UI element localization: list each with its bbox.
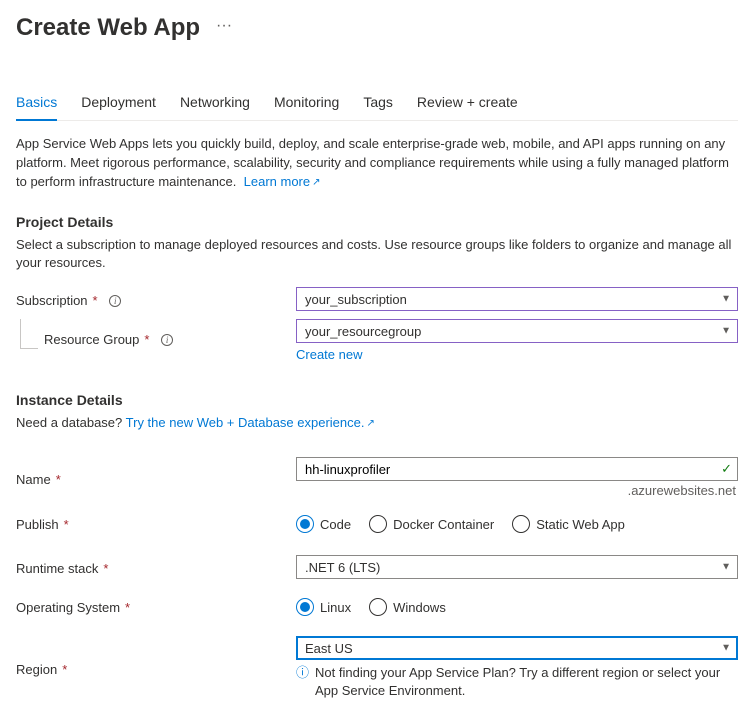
name-input[interactable] — [296, 457, 738, 481]
os-radio-linux[interactable]: Linux — [296, 598, 351, 616]
tab-monitoring[interactable]: Monitoring — [274, 86, 339, 120]
intro-text: App Service Web Apps lets you quickly bu… — [16, 135, 738, 192]
info-icon[interactable]: i — [109, 295, 121, 307]
region-label: Region — [16, 662, 57, 677]
instance-details-heading: Instance Details — [16, 392, 738, 408]
external-link-icon: ↗ — [312, 177, 320, 188]
project-details-heading: Project Details — [16, 214, 738, 230]
info-icon[interactable]: i — [161, 334, 173, 346]
web-database-link[interactable]: Try the new Web + Database experience.↗ — [126, 415, 375, 430]
instance-db-prompt: Need a database? Try the new Web + Datab… — [16, 414, 738, 433]
chevron-down-icon: ▼ — [721, 326, 731, 337]
publish-radio-static[interactable]: Static Web App — [512, 515, 625, 533]
os-radio-windows[interactable]: Windows — [369, 598, 446, 616]
runtime-select-value: .NET 6 (LTS) — [305, 560, 380, 575]
subscription-label: Subscription — [16, 293, 88, 308]
os-label: Operating System — [16, 600, 120, 615]
required-icon: * — [144, 332, 149, 347]
project-details-desc: Select a subscription to manage deployed… — [16, 236, 738, 274]
create-new-link[interactable]: Create new — [296, 347, 362, 362]
publish-radio-docker[interactable]: Docker Container — [369, 515, 494, 533]
tab-networking[interactable]: Networking — [180, 86, 250, 120]
required-icon: * — [56, 472, 61, 487]
page-title: Create Web App — [16, 10, 200, 42]
name-suffix: .azurewebsites.net — [296, 483, 738, 498]
resource-group-label: Resource Group — [44, 332, 139, 347]
publish-radio-code[interactable]: Code — [296, 515, 351, 533]
chevron-down-icon: ▼ — [721, 643, 731, 654]
name-label: Name — [16, 472, 51, 487]
publish-radio-group: Code Docker Container Static Web App — [296, 512, 738, 533]
region-select-value: East US — [305, 641, 353, 656]
resource-group-select-value: your_resourcegroup — [305, 324, 421, 339]
subscription-select-value: your_subscription — [305, 292, 407, 307]
runtime-label: Runtime stack — [16, 561, 98, 576]
external-link-icon: ↗ — [366, 418, 374, 429]
required-icon: * — [93, 293, 98, 308]
resource-group-select[interactable]: your_resourcegroup ▼ — [296, 319, 738, 343]
subscription-select[interactable]: your_subscription ▼ — [296, 287, 738, 311]
required-icon: * — [64, 517, 69, 532]
tab-bar: Basics Deployment Networking Monitoring … — [16, 86, 738, 121]
region-select[interactable]: East US ▼ — [296, 636, 738, 660]
required-icon: * — [125, 600, 130, 615]
more-icon[interactable]: ··· — [216, 17, 232, 35]
required-icon: * — [103, 561, 108, 576]
tab-basics[interactable]: Basics — [16, 86, 57, 120]
runtime-select[interactable]: .NET 6 (LTS) ▼ — [296, 555, 738, 579]
chevron-down-icon: ▼ — [721, 294, 731, 305]
chevron-down-icon: ▼ — [721, 562, 731, 573]
os-radio-group: Linux Windows — [296, 595, 738, 616]
intro-body: App Service Web Apps lets you quickly bu… — [16, 136, 729, 189]
publish-label: Publish — [16, 517, 59, 532]
tab-deployment[interactable]: Deployment — [81, 86, 156, 120]
indent-line — [20, 319, 38, 349]
tab-tags[interactable]: Tags — [363, 86, 393, 120]
tab-review[interactable]: Review + create — [417, 86, 518, 120]
required-icon: * — [62, 662, 67, 677]
learn-more-link[interactable]: Learn more↗ — [244, 174, 321, 189]
